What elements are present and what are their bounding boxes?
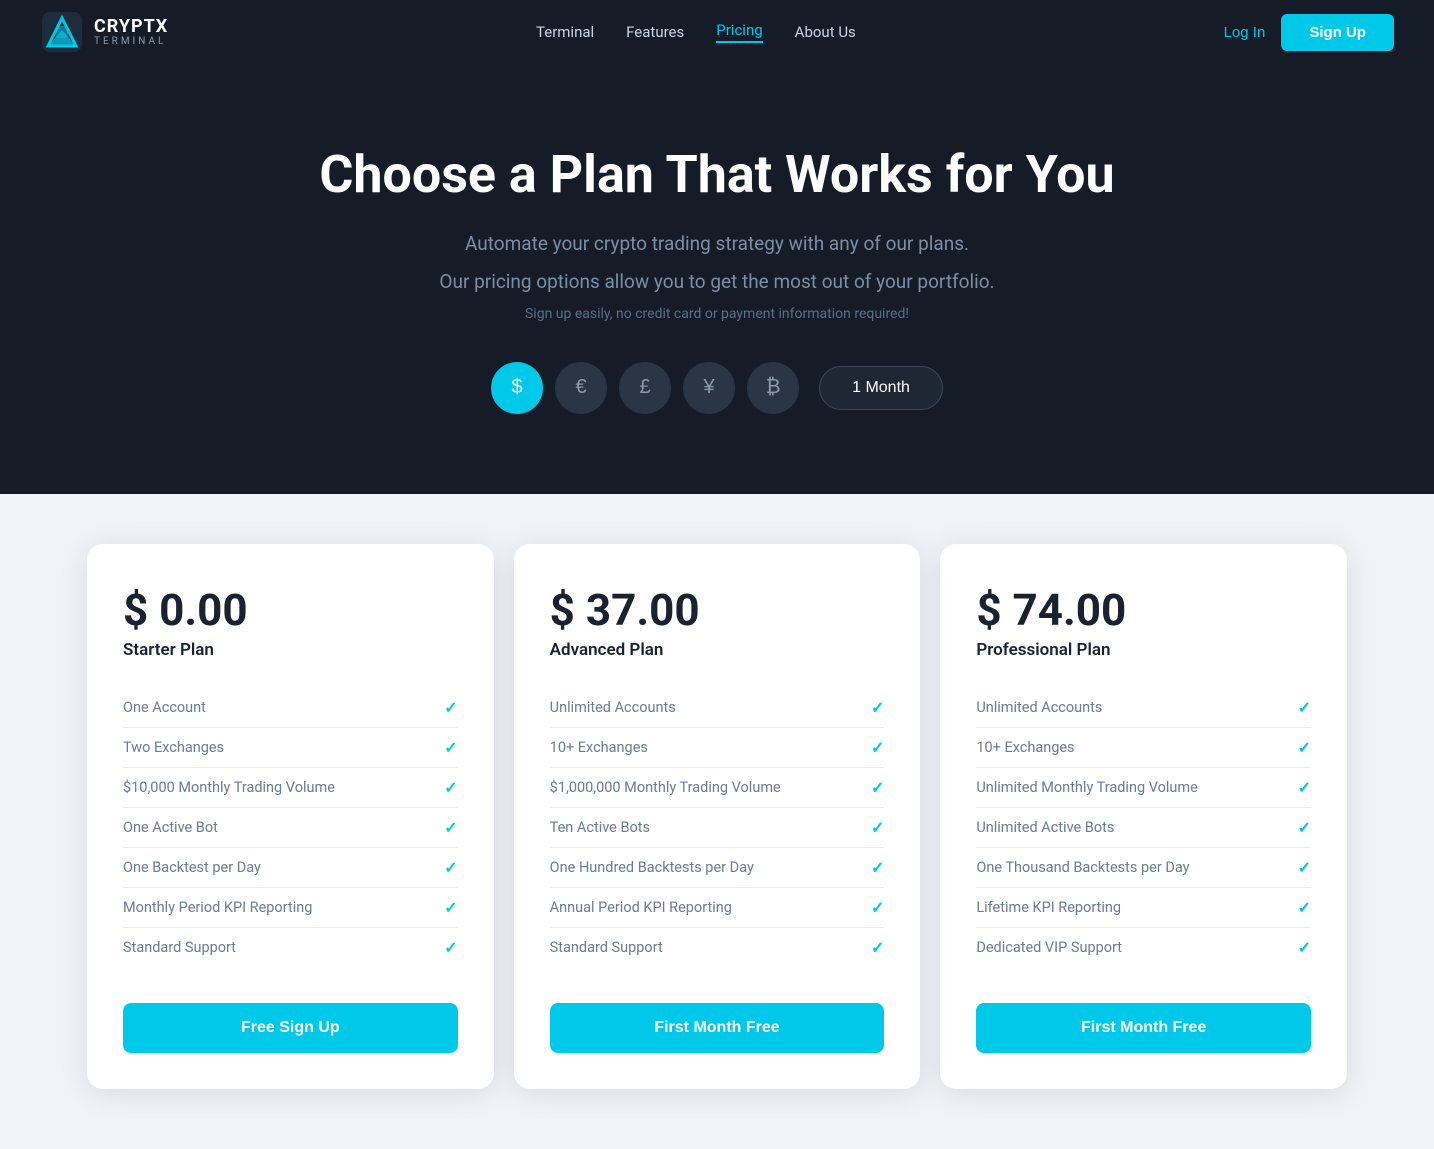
check-icon: ✓ [871,858,884,877]
list-item: Standard Support ✓ [123,928,458,967]
check-icon: ✓ [444,698,457,717]
check-icon: ✓ [1298,778,1311,797]
nav-about[interactable]: About Us [795,23,856,41]
logo-name: CRYPTX [94,17,168,37]
hero-subtitle2: Our pricing options allow you to get the… [20,267,1414,297]
check-icon: ✓ [871,938,884,957]
advanced-name: Advanced Plan [550,640,885,660]
check-icon: ✓ [444,818,457,837]
professional-price: $ 74.00 [976,584,1311,636]
signup-button[interactable]: Sign Up [1281,14,1394,51]
advanced-plan-card: $ 37.00 Advanced Plan Unlimited Accounts… [514,544,921,1089]
check-icon: ✓ [1298,698,1311,717]
advanced-price: $ 37.00 [550,584,885,636]
nav-pricing[interactable]: Pricing [716,21,762,43]
starter-price: $ 0.00 [123,584,458,636]
check-icon: ✓ [871,698,884,717]
professional-cta-button[interactable]: First Month Free [976,1003,1311,1053]
currency-jpy[interactable]: ¥ [683,362,735,414]
currency-gbp[interactable]: £ [619,362,671,414]
list-item: Annual Period KPI Reporting ✓ [550,888,885,928]
list-item: Unlimited Monthly Trading Volume ✓ [976,768,1311,808]
list-item: $10,000 Monthly Trading Volume ✓ [123,768,458,808]
list-item: Dedicated VIP Support ✓ [976,928,1311,967]
list-item: $1,000,000 Monthly Trading Volume ✓ [550,768,885,808]
list-item: 10+ Exchanges ✓ [550,728,885,768]
check-icon: ✓ [444,738,457,757]
starter-plan-card: $ 0.00 Starter Plan One Account ✓ Two Ex… [87,544,494,1089]
check-icon: ✓ [1298,738,1311,757]
list-item: Lifetime KPI Reporting ✓ [976,888,1311,928]
login-button[interactable]: Log In [1224,24,1266,41]
check-icon: ✓ [444,938,457,957]
nav-features[interactable]: Features [626,23,684,41]
list-item: One Account ✓ [123,688,458,728]
list-item: Unlimited Accounts ✓ [550,688,885,728]
list-item: Unlimited Active Bots ✓ [976,808,1311,848]
hero-subtitle1: Automate your crypto trading strategy wi… [20,229,1414,259]
check-icon: ✓ [871,898,884,917]
currency-selector: $ € £ ¥ ₿ 1 Month [20,362,1414,414]
professional-features: Unlimited Accounts ✓ 10+ Exchanges ✓ Unl… [976,688,1311,967]
check-icon: ✓ [871,818,884,837]
advanced-cta-button[interactable]: First Month Free [550,1003,885,1053]
navbar: CRYPTX TERMINAL Terminal Features Pricin… [0,0,1434,64]
logo: CRYPTX TERMINAL [40,10,168,54]
nav-terminal[interactable]: Terminal [536,23,594,41]
list-item: One Active Bot ✓ [123,808,458,848]
nav-actions: Log In Sign Up [1224,14,1394,51]
check-icon: ✓ [444,858,457,877]
list-item: Ten Active Bots ✓ [550,808,885,848]
check-icon: ✓ [444,778,457,797]
check-icon: ✓ [444,898,457,917]
hero-title: Choose a Plan That Works for You [20,144,1414,205]
currency-btc[interactable]: ₿ [747,362,799,414]
hero-note: Sign up easily, no credit card or paymen… [20,306,1414,322]
check-icon: ✓ [1298,818,1311,837]
starter-features: One Account ✓ Two Exchanges ✓ $10,000 Mo… [123,688,458,967]
nav-links: Terminal Features Pricing About Us [536,21,856,43]
professional-name: Professional Plan [976,640,1311,660]
list-item: 10+ Exchanges ✓ [976,728,1311,768]
list-item: Monthly Period KPI Reporting ✓ [123,888,458,928]
hero-section: Choose a Plan That Works for You Automat… [0,64,1434,494]
list-item: One Backtest per Day ✓ [123,848,458,888]
starter-cta-button[interactable]: Free Sign Up [123,1003,458,1053]
list-item: One Hundred Backtests per Day ✓ [550,848,885,888]
duration-selector[interactable]: 1 Month [819,366,943,410]
check-icon: ✓ [871,778,884,797]
logo-icon [40,10,84,54]
currency-eur[interactable]: € [555,362,607,414]
list-item: Unlimited Accounts ✓ [976,688,1311,728]
starter-name: Starter Plan [123,640,458,660]
list-item: Two Exchanges ✓ [123,728,458,768]
check-icon: ✓ [1298,898,1311,917]
list-item: One Thousand Backtests per Day ✓ [976,848,1311,888]
check-icon: ✓ [1298,938,1311,957]
logo-tagline: TERMINAL [94,36,168,47]
check-icon: ✓ [1298,858,1311,877]
advanced-features: Unlimited Accounts ✓ 10+ Exchanges ✓ $1,… [550,688,885,967]
pricing-cards: $ 0.00 Starter Plan One Account ✓ Two Ex… [67,514,1367,1089]
list-item: Standard Support ✓ [550,928,885,967]
professional-plan-card: $ 74.00 Professional Plan Unlimited Acco… [940,544,1347,1089]
currency-usd[interactable]: $ [491,362,543,414]
check-icon: ✓ [871,738,884,757]
